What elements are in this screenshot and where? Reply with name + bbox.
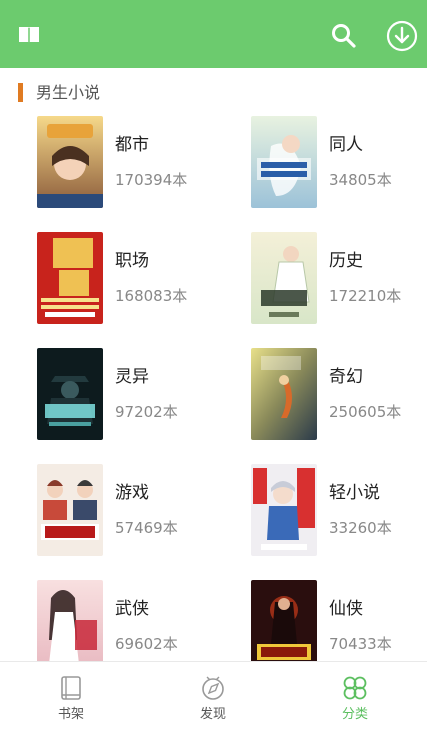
category-name: 都市	[115, 135, 149, 155]
category-item[interactable]: 职场 168083本	[37, 226, 237, 326]
book-cover	[251, 232, 317, 324]
category-name: 职场	[115, 251, 149, 271]
bottom-tab-bar: 书架 发现 分类	[0, 661, 427, 741]
category-count: 170394本	[115, 171, 188, 189]
category-count: 97202本	[115, 403, 178, 421]
book-cover	[37, 580, 103, 672]
category-name: 轻小说	[329, 483, 380, 503]
section-accent-bar	[18, 83, 23, 102]
book-cover	[251, 348, 317, 440]
book-cover	[37, 348, 103, 440]
category-item[interactable]: 都市 170394本	[37, 110, 237, 210]
category-item[interactable]: 奇幻 250605本	[251, 342, 427, 442]
tab-label: 发现	[199, 707, 226, 722]
book-cover	[251, 464, 317, 556]
category-count: 70433本	[329, 635, 392, 653]
category-count: 69602本	[115, 635, 178, 653]
download-circle-icon[interactable]	[386, 20, 418, 52]
category-count: 34805本	[329, 171, 392, 189]
search-icon[interactable]	[330, 22, 358, 50]
tab-discover[interactable]: 发现	[142, 662, 284, 741]
tab-label: 书架	[57, 707, 84, 722]
top-bar	[0, 0, 427, 68]
book-cover	[37, 232, 103, 324]
category-count: 168083本	[115, 287, 188, 305]
category-item[interactable]: 轻小说 33260本	[251, 458, 427, 558]
book-cover	[251, 580, 317, 672]
book-open-icon[interactable]	[17, 24, 41, 46]
section-title: 男生小说	[36, 83, 101, 102]
category-name: 历史	[329, 251, 363, 271]
tab-bookshelf[interactable]: 书架	[0, 662, 142, 741]
section-header: 男生小说	[0, 80, 427, 108]
category-item[interactable]: 同人 34805本	[251, 110, 427, 210]
tab-category[interactable]: 分类	[284, 662, 426, 741]
book-cover	[251, 116, 317, 208]
category-name: 灵异	[115, 367, 149, 387]
category-item[interactable]: 游戏 57469本	[37, 458, 237, 558]
category-count: 33260本	[329, 519, 392, 537]
category-name: 仙侠	[329, 599, 363, 619]
tab-label: 分类	[341, 707, 368, 722]
category-name: 奇幻	[329, 367, 363, 387]
bookshelf-icon	[57, 674, 85, 702]
compass-icon	[199, 674, 227, 702]
book-cover	[37, 464, 103, 556]
category-name: 武侠	[115, 599, 149, 619]
category-item[interactable]: 灵异 97202本	[37, 342, 237, 442]
category-name: 同人	[329, 135, 363, 155]
category-count: 57469本	[115, 519, 178, 537]
category-count: 172210本	[329, 287, 402, 305]
category-item[interactable]: 历史 172210本	[251, 226, 427, 326]
category-count: 250605本	[329, 403, 402, 421]
clover-icon	[341, 674, 369, 702]
category-name: 游戏	[115, 483, 149, 503]
category-item[interactable]: 仙侠 70433本	[251, 574, 427, 674]
book-cover	[37, 116, 103, 208]
category-item[interactable]: 武侠 69602本	[37, 574, 237, 674]
